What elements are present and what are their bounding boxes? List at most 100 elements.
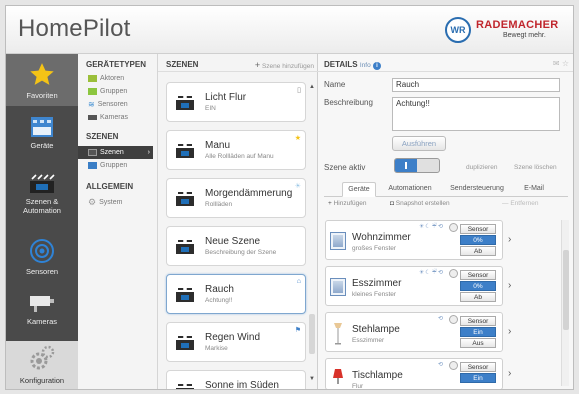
scroll-up-icon[interactable]: ▲: [309, 84, 315, 90]
chevron-right-icon[interactable]: ›: [508, 326, 511, 337]
off-button[interactable]: Aus: [460, 338, 496, 348]
chevron-right-icon[interactable]: ›: [508, 368, 511, 379]
device-name: Stehlampe: [352, 324, 400, 335]
chevron-right-icon[interactable]: ›: [508, 234, 511, 245]
snapshot-button[interactable]: ◘ Snapshot erstellen: [390, 200, 450, 207]
chevron-right-icon: ›: [147, 149, 150, 156]
on-button[interactable]: Ein: [460, 327, 496, 337]
type-label: Kameras: [100, 114, 129, 121]
nav-label: Kameras: [26, 317, 57, 326]
scene-icon: [176, 384, 194, 389]
shutter-icon: [330, 232, 346, 250]
toggle-on-part: [395, 159, 417, 172]
scene-card[interactable]: Regen Wind Markise ⚑: [166, 322, 306, 362]
type-item-groups[interactable]: Gruppen: [78, 85, 157, 98]
nav-label: Konfiguration: [19, 376, 65, 385]
tab-email[interactable]: E-Mail: [516, 182, 552, 197]
scene-active-toggle[interactable]: [394, 158, 440, 173]
sensor-button[interactable]: Sensor: [460, 270, 496, 280]
down-button[interactable]: Ab: [460, 246, 496, 256]
type-item-scenes[interactable]: Szenen ›: [78, 146, 153, 159]
scene-icon: [176, 240, 194, 254]
type-item-actuators[interactable]: Aktoren: [78, 72, 157, 85]
scene-active-label: Szene aktiv: [324, 163, 366, 172]
duplicate-link[interactable]: duplizieren: [466, 164, 497, 171]
device-name: Wohnzimmer: [352, 232, 411, 243]
scene-device-card[interactable]: Wohnzimmer großes Fenster ☀☾☔⟲ Sensor 0%…: [325, 220, 503, 260]
down-button[interactable]: Ab: [460, 292, 496, 302]
sensor-icon: [30, 239, 54, 263]
details-heading: DETAILS Info i: [324, 60, 381, 70]
sensor-button[interactable]: Sensor: [460, 316, 496, 326]
info-icon[interactable]: i: [372, 62, 381, 70]
scene-card-selected[interactable]: Rauch Achtung!! ⌂: [166, 274, 306, 314]
type-label: Gruppen: [100, 88, 128, 95]
sensor-button[interactable]: Sensor: [460, 362, 496, 372]
scenes-scrollbar[interactable]: ▲ ▼: [309, 84, 315, 384]
smoke-sensor-icon: ⌂: [296, 278, 301, 285]
group-icon: [88, 88, 97, 95]
favorite-star-icon: ★: [294, 135, 301, 142]
scene-card[interactable]: Manu Alle Rollläden auf Manu ★: [166, 130, 306, 170]
sensor-button[interactable]: Sensor: [460, 224, 496, 234]
tab-automations[interactable]: Automationen: [382, 182, 438, 197]
add-scene-button[interactable]: + Szene hinzufügen: [255, 60, 314, 70]
type-item-cameras[interactable]: Kameras: [78, 111, 157, 124]
on-button[interactable]: Ein: [460, 373, 496, 383]
section-heading-general: ALLGEMEIN: [86, 182, 134, 191]
scroll-down-icon[interactable]: ▼: [309, 376, 315, 382]
main-nav: Favoriten Geräte Szenen & Automation Sen…: [6, 54, 78, 389]
add-device-label: Hinzufügen: [333, 200, 367, 207]
add-device-button[interactable]: + Hinzufügen: [328, 200, 367, 207]
device-name: Esszimmer: [352, 278, 402, 289]
remove-device-button[interactable]: — Entfernen: [502, 200, 539, 207]
plus-icon: +: [254, 60, 261, 70]
snapshot-label: Snapshot erstellen: [395, 200, 450, 207]
device-settings-icon[interactable]: [449, 223, 458, 232]
position-button[interactable]: 0%: [460, 235, 496, 245]
type-item-sensors[interactable]: ≋ Sensoren: [78, 98, 157, 111]
chevron-right-icon[interactable]: ›: [508, 280, 511, 291]
name-field[interactable]: Rauch: [392, 78, 560, 92]
scene-card[interactable]: Licht Flur EIN ▯: [166, 82, 306, 122]
device-desc: kleines Fenster: [352, 291, 397, 298]
tab-transmitter-control[interactable]: Sendersteuerung: [444, 182, 510, 197]
type-label: Aktoren: [100, 75, 125, 82]
app-title: HomePilot: [18, 15, 131, 42]
info-link[interactable]: Info: [360, 62, 371, 69]
scene-device-card[interactable]: Stehlampe Esszimmer ⟲ Sensor Ein Aus: [325, 312, 503, 352]
nav-scenes-automation[interactable]: Szenen & Automation: [6, 166, 78, 228]
device-settings-icon[interactable]: [449, 269, 458, 278]
scroll-thumb[interactable]: [309, 314, 315, 354]
nav-configuration[interactable]: Konfiguration: [6, 341, 78, 389]
homepilot-window: HomePilot WR RADEMACHER Bewegt mehr. Fav…: [5, 5, 574, 390]
scene-name: Manu: [205, 140, 231, 151]
device-settings-icon[interactable]: [449, 361, 458, 370]
nav-favorites[interactable]: Favoriten: [6, 54, 78, 106]
nav-sensors[interactable]: Sensoren: [6, 232, 78, 284]
device-settings-icon[interactable]: [449, 315, 458, 324]
details-title: DETAILS: [324, 60, 358, 69]
type-label: System: [99, 199, 123, 206]
wifi-icon: ≋: [88, 100, 95, 109]
scroll-thumb[interactable]: [563, 250, 569, 330]
nav-devices[interactable]: Geräte: [6, 110, 78, 160]
scene-device-card[interactable]: Tischlampe Flur ⟲ Sensor Ein: [325, 358, 503, 389]
type-item-system[interactable]: ⚙ System: [78, 196, 157, 209]
share-star-icons[interactable]: ✉ ☆: [553, 59, 569, 68]
delete-scene-link[interactable]: Szene löschen: [514, 164, 557, 171]
tab-devices[interactable]: Geräte: [342, 182, 376, 197]
type-item-scene-groups[interactable]: Gruppen: [78, 159, 157, 172]
scene-card[interactable]: Sonne im Süden: [166, 370, 306, 389]
run-scene-button[interactable]: Ausführen: [392, 136, 446, 151]
scene-card[interactable]: Neue Szene Beschreibung der Szene: [166, 226, 306, 266]
position-button[interactable]: 0%: [460, 281, 496, 291]
scene-device-card[interactable]: Esszimmer kleines Fenster ☀☾☔⟲ Sensor 0%…: [325, 266, 503, 306]
description-field[interactable]: Achtung!!: [392, 97, 560, 131]
nav-cameras[interactable]: Kameras: [6, 286, 78, 338]
star-icon: [30, 63, 54, 85]
devices-scrollbar[interactable]: [561, 220, 569, 386]
scenes-header: SZENEN + Szene hinzufügen: [158, 54, 318, 72]
scene-card[interactable]: Morgendämmerung Rollläden ☀: [166, 178, 306, 218]
details-panel: DETAILS Info i ✉ ☆ Name Rauch Beschreibu…: [318, 54, 573, 389]
